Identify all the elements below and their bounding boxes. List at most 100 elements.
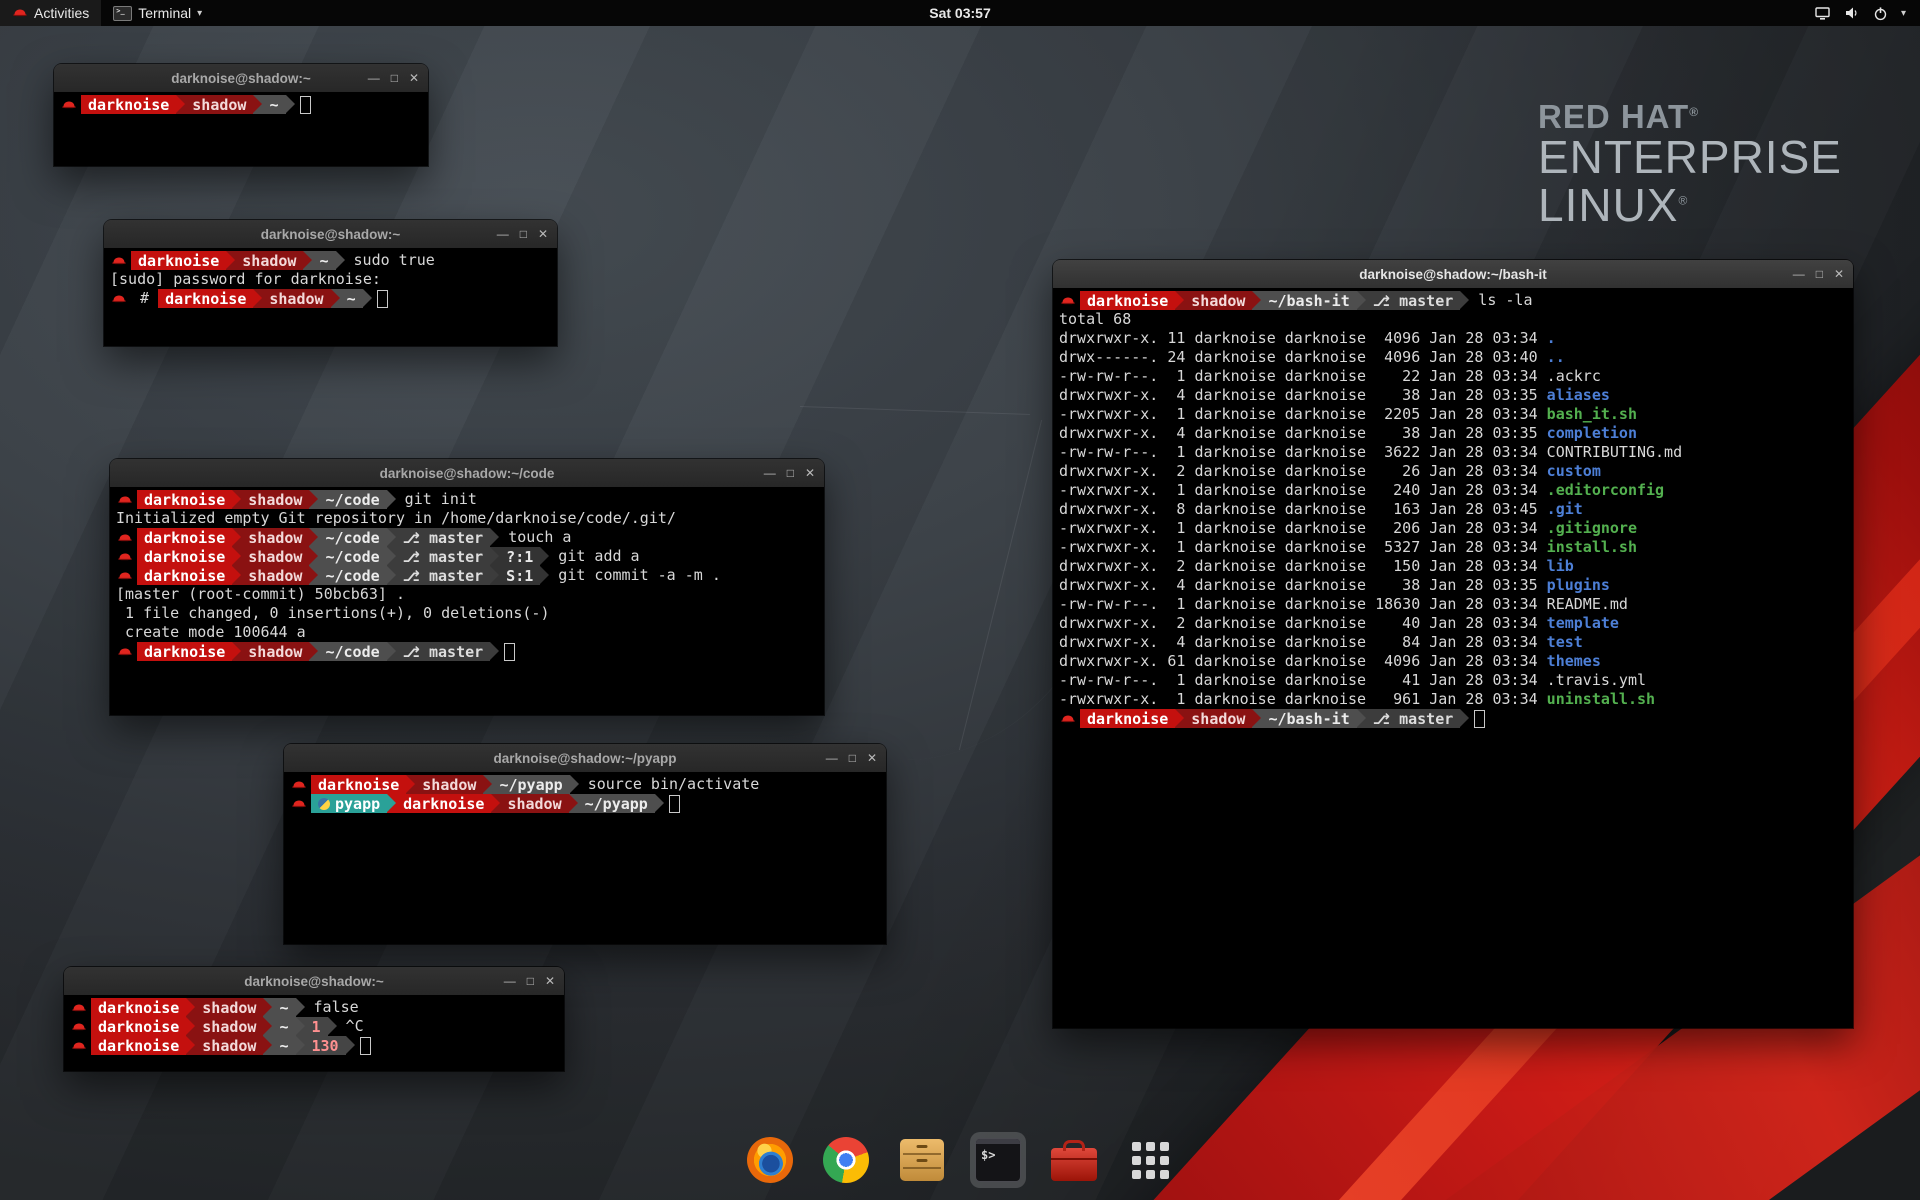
- maximize-button[interactable]: □: [520, 228, 527, 240]
- window-titlebar[interactable]: darknoise@shadow:~—□✕: [54, 64, 428, 93]
- maximize-button[interactable]: □: [527, 975, 534, 987]
- chrome-icon[interactable]: [818, 1132, 874, 1188]
- terminal-text: Initialized empty Git repository in /hom…: [116, 509, 676, 528]
- terminal-line: -rwxrwxr-x. 1 darknoise darknoise 5327 J…: [1059, 538, 1847, 557]
- terminal-text: #: [131, 289, 158, 308]
- prompt-segment: darknoise: [91, 998, 186, 1017]
- terminal-window[interactable]: darknoise@shadow:~—□✕darknoiseshadow~ fa…: [64, 967, 564, 1071]
- terminal-body[interactable]: darknoiseshadow~: [54, 92, 428, 166]
- prompt-segment: ~: [272, 998, 295, 1017]
- prompt-segment: 130: [305, 1036, 346, 1055]
- minimize-button[interactable]: —: [1793, 268, 1805, 280]
- file-name: bash_it.sh: [1547, 405, 1637, 424]
- prompt-segment: ⎇ master: [1366, 291, 1461, 310]
- minimize-button[interactable]: —: [826, 752, 838, 764]
- logo-enterprise-text: ENTERPRISE: [1538, 134, 1842, 182]
- close-button[interactable]: ✕: [1834, 268, 1844, 280]
- close-button[interactable]: ✕: [545, 975, 555, 987]
- dock: [742, 1132, 1178, 1188]
- powerline-separator: [309, 490, 318, 509]
- terminal-text: total 68: [1059, 310, 1131, 329]
- redhat-icon: [290, 775, 311, 794]
- terminal-body[interactable]: darknoiseshadow~ falsedarknoiseshadow~1 …: [64, 995, 564, 1071]
- terminal-window[interactable]: darknoise@shadow:~—□✕darknoiseshadow~ su…: [104, 220, 557, 346]
- redhat-icon: [116, 528, 137, 547]
- minimize-button[interactable]: —: [497, 228, 509, 240]
- terminal-line: drwxrwxr-x. 4 darknoise darknoise 38 Jan…: [1059, 386, 1847, 405]
- window-titlebar[interactable]: darknoise@shadow:~—□✕: [104, 220, 557, 249]
- terminal-window[interactable]: darknoise@shadow:~/bash-it—□✕darknoisesh…: [1053, 260, 1853, 1028]
- prompt-segment: shadow: [195, 998, 263, 1017]
- terminal-text: -rw-rw-r--. 1 darknoise darknoise 41 Jan…: [1059, 671, 1646, 690]
- terminal-body[interactable]: darknoiseshadow~/pyapp source bin/activa…: [284, 772, 886, 944]
- prompt-segment: shadow: [241, 566, 309, 585]
- prompt-segment: ~/code: [318, 566, 386, 585]
- drawer-handle: [917, 1159, 928, 1162]
- terminal-body[interactable]: darknoiseshadow~/code git initInitialize…: [110, 487, 824, 715]
- terminal-line: darknoiseshadow~130: [70, 1036, 558, 1055]
- prompt-segment: darknoise: [1080, 291, 1175, 310]
- dot: [1146, 1142, 1155, 1151]
- apps-grid-logo: [1132, 1142, 1169, 1179]
- terminal-text: touch a: [499, 528, 571, 547]
- file-cabinet-logo: [900, 1139, 944, 1181]
- terminal-text: git init: [396, 490, 477, 509]
- window-controls: — □ ✕: [764, 459, 815, 487]
- prompt-segment: 1: [305, 1017, 328, 1036]
- close-button[interactable]: ✕: [409, 72, 419, 84]
- file-name: template: [1547, 614, 1619, 633]
- toolbox-icon[interactable]: [1046, 1132, 1102, 1188]
- volume-icon: [1844, 6, 1860, 20]
- logo-linux-text: LINUX: [1538, 179, 1678, 231]
- prompt-segment: shadow: [241, 490, 309, 509]
- close-button[interactable]: ✕: [805, 467, 815, 479]
- terminal-window[interactable]: darknoise@shadow:~/pyapp—□✕darknoiseshad…: [284, 744, 886, 944]
- window-titlebar[interactable]: darknoise@shadow:~/pyapp—□✕: [284, 744, 886, 773]
- terminal-window[interactable]: darknoise@shadow:~/code—□✕darknoiseshado…: [110, 459, 824, 715]
- window-titlebar[interactable]: darknoise@shadow:~/code—□✕: [110, 459, 824, 488]
- window-titlebar[interactable]: darknoise@shadow:~/bash-it—□✕: [1053, 260, 1853, 289]
- clock[interactable]: Sat 03:57: [929, 5, 990, 21]
- terminal-body[interactable]: darknoiseshadow~/bash-it⎇ master ls -lat…: [1053, 288, 1853, 1028]
- redhat-icon: [1059, 291, 1080, 310]
- maximize-button[interactable]: □: [787, 467, 794, 479]
- powerline-separator: [387, 566, 396, 585]
- maximize-button[interactable]: □: [849, 752, 856, 764]
- close-button[interactable]: ✕: [867, 752, 877, 764]
- app-menu[interactable]: Terminal ▾: [101, 0, 214, 26]
- minimize-button[interactable]: —: [504, 975, 516, 987]
- activities-button[interactable]: Activities: [0, 0, 101, 26]
- file-name: lib: [1547, 557, 1574, 576]
- terminal-text: -rw-rw-r--. 1 darknoise darknoise 3622 J…: [1059, 443, 1682, 462]
- terminal-body[interactable]: darknoiseshadow~ sudo true[sudo] passwor…: [104, 248, 557, 346]
- powerline-separator: [336, 251, 345, 270]
- minimize-button[interactable]: —: [368, 72, 380, 84]
- file-name: plugins: [1547, 576, 1610, 595]
- show-apps-icon[interactable]: [1122, 1132, 1178, 1188]
- window-titlebar[interactable]: darknoise@shadow:~—□✕: [64, 967, 564, 996]
- powerline-separator: [309, 566, 318, 585]
- prompt-segment: ~: [340, 289, 363, 308]
- terminal-line: darknoiseshadow~/bash-it⎇ master ls -la: [1059, 291, 1847, 310]
- terminal-line: -rw-rw-r--. 1 darknoise darknoise 3622 J…: [1059, 443, 1847, 462]
- drawer-line: [903, 1153, 941, 1155]
- powerline-separator: [570, 775, 579, 794]
- drawer-line: [903, 1167, 941, 1169]
- terminal-line: drwxrwxr-x. 61 darknoise darknoise 4096 …: [1059, 652, 1847, 671]
- terminal-text: source bin/activate: [579, 775, 760, 794]
- files-icon[interactable]: [894, 1132, 950, 1188]
- chrome-logo: [823, 1137, 869, 1183]
- minimize-button[interactable]: —: [764, 467, 776, 479]
- terminal-text: -rwxrwxr-x. 1 darknoise darknoise 2205 J…: [1059, 405, 1547, 424]
- prompt-segment: shadow: [415, 775, 483, 794]
- firefox-icon[interactable]: [742, 1132, 798, 1188]
- powerline-separator: [263, 1017, 272, 1036]
- powerline-separator: [309, 528, 318, 547]
- close-button[interactable]: ✕: [538, 228, 548, 240]
- maximize-button[interactable]: □: [391, 72, 398, 84]
- system-status-area[interactable]: ▾: [1814, 0, 1920, 26]
- terminal-window[interactable]: darknoise@shadow:~—□✕darknoiseshadow~: [54, 64, 428, 166]
- terminal-icon[interactable]: [970, 1132, 1026, 1188]
- maximize-button[interactable]: □: [1816, 268, 1823, 280]
- powerline-separator: [387, 547, 396, 566]
